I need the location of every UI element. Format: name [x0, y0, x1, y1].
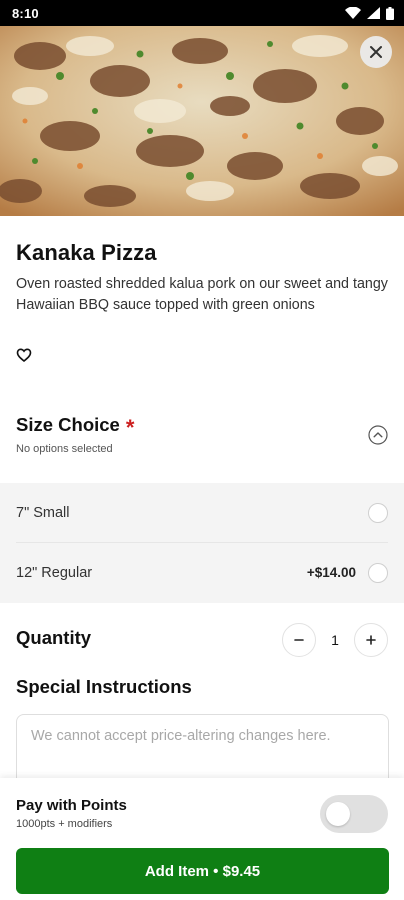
signal-icon: [367, 7, 380, 19]
size-option-small[interactable]: 7" Small: [0, 483, 404, 543]
radio-button[interactable]: [368, 502, 388, 523]
toggle-knob: [326, 802, 350, 826]
wifi-icon: [345, 7, 361, 19]
quantity-value: 1: [331, 632, 339, 648]
size-choice-subtitle: No options selected: [16, 443, 113, 455]
pay-with-points-subtitle: 1000pts + modifiers: [16, 818, 113, 830]
product-title: Kanaka Pizza: [16, 240, 157, 265]
hero-image: [0, 26, 404, 216]
status-bar: 8:10: [0, 0, 404, 26]
quantity-label: Quantity: [16, 627, 92, 648]
status-time: 8:10: [12, 5, 39, 21]
option-price: +$14.00: [306, 565, 356, 580]
plus-icon: [366, 635, 376, 645]
quantity-stepper: 1: [282, 623, 388, 657]
pizza-photo: [0, 26, 404, 216]
radio-button[interactable]: [368, 562, 388, 583]
option-label: 12" Regular: [16, 564, 93, 581]
pay-with-points-title: Pay with Points: [16, 797, 127, 814]
required-marker: *: [125, 415, 135, 440]
special-instructions-heading: Special Instructions: [16, 676, 192, 697]
pay-with-points-toggle[interactable]: [320, 795, 388, 833]
option-label: 7" Small: [16, 504, 70, 521]
heart-icon[interactable]: [16, 347, 32, 363]
battery-icon: [386, 6, 394, 20]
checkout-panel: Pay with Points 1000pts + modifiers Add …: [0, 778, 404, 900]
close-icon: [370, 46, 382, 58]
size-choice-heading: Size Choice *: [16, 414, 134, 441]
status-icons: [345, 6, 394, 20]
minus-icon: [294, 639, 304, 641]
size-option-regular[interactable]: 12" Regular +$14.00: [0, 543, 404, 602]
special-instructions-input[interactable]: [31, 727, 374, 783]
size-options: 7" Small 12" Regular +$14.00: [0, 483, 404, 603]
increment-button[interactable]: [354, 623, 388, 657]
chevron-up-icon[interactable]: [368, 425, 388, 445]
size-choice-label: Size Choice: [16, 414, 120, 435]
product-description: Oven roasted shredded kalua pork on our …: [16, 276, 388, 313]
add-item-button[interactable]: Add Item • $9.45: [16, 848, 389, 894]
close-button[interactable]: [360, 36, 392, 68]
decrement-button[interactable]: [282, 623, 316, 657]
